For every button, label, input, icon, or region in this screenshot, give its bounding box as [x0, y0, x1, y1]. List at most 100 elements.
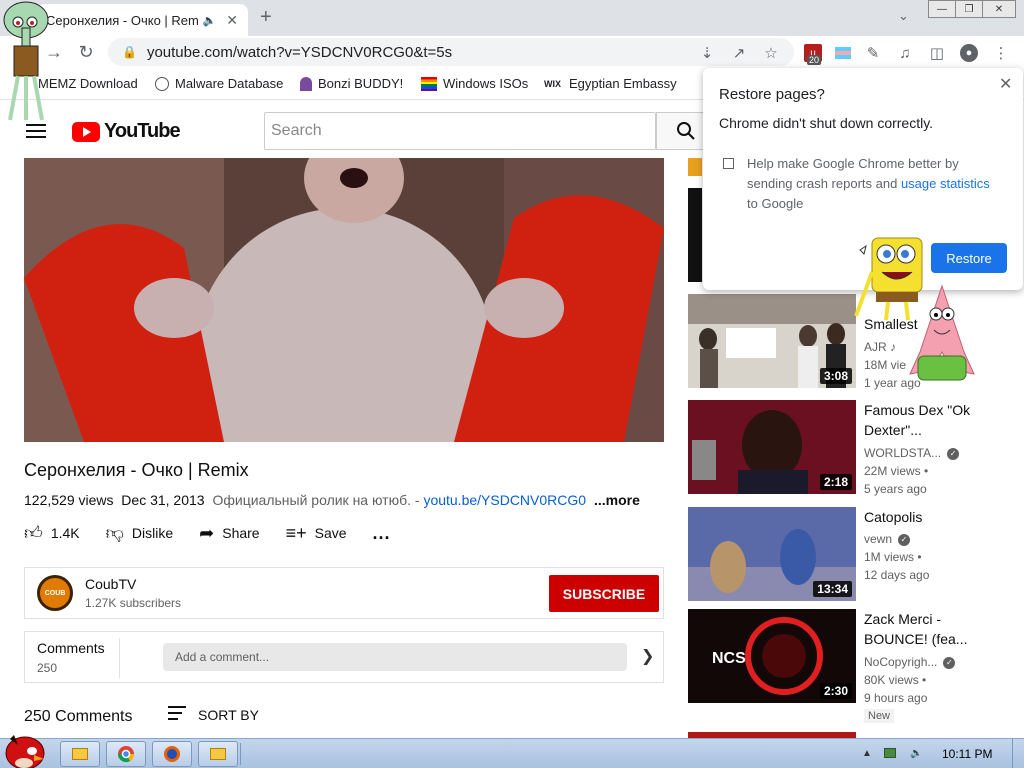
youtube-logo[interactable]: YouTube [72, 120, 181, 143]
chevron-right-icon[interactable]: ❯ [641, 646, 654, 666]
video-title: Famous Dex "Ok Dexter"... [864, 402, 971, 438]
channel-box: COUB CoubTV 1.27K subscribers SUBSCRIBE [24, 567, 664, 619]
side-panel-icon[interactable]: ◫ [928, 44, 946, 62]
video-thumbnail[interactable]: 3:08 [688, 294, 856, 388]
search-input[interactable]: Search [264, 112, 656, 150]
explorer-taskbar-button[interactable] [60, 741, 100, 767]
rainbow-flag-icon [421, 76, 437, 91]
show-hidden-icons-arrow[interactable]: ▲ [862, 748, 872, 759]
comment-placeholder: Add a comment... [175, 650, 270, 664]
description-snippet: Официальный ролик на ютюб. - [212, 492, 424, 508]
add-comment-input[interactable]: Add a comment... [163, 643, 627, 671]
share-button[interactable]: ➦ Share [199, 523, 259, 544]
install-app-icon[interactable]: ⇣ [698, 44, 716, 62]
speaker-icon[interactable]: 🔈 [203, 14, 217, 27]
dislike-button[interactable]: 👎︎ Dislike [106, 522, 174, 544]
usage-statistics-link[interactable]: usage statistics [901, 176, 990, 191]
view-count: 22M views • [864, 464, 929, 478]
thumbs-down-icon: 👎︎ [105, 523, 124, 543]
reload-icon[interactable]: ↻ [74, 40, 98, 64]
like-count: 1.4K [50, 525, 80, 541]
subscribe-button[interactable]: SUBSCRIBE [549, 575, 659, 612]
channel-name: AJR ♪ [864, 340, 897, 354]
avatar-text: COUB [44, 589, 66, 597]
video-duration: 2:18 [819, 474, 852, 490]
globe-icon [155, 76, 169, 91]
more-dots-icon: ... [372, 522, 391, 543]
search-placeholder: Search [271, 122, 322, 139]
channel-name[interactable]: CoubTV [85, 576, 136, 592]
close-window-button[interactable]: ✕ [982, 0, 1016, 18]
bookmark-malware-database[interactable]: Malware Database [155, 76, 283, 91]
video-duration: 3:08 [819, 368, 852, 384]
bookmark-memz[interactable]: MEMZ Download [38, 76, 138, 91]
flag-extension-icon[interactable] [834, 44, 852, 62]
more-actions-button[interactable]: ... [373, 523, 391, 544]
tab-title: Серонхелия - Очко | Remix [46, 12, 199, 28]
video-player[interactable] [24, 158, 664, 442]
wix-icon: WIX [544, 78, 561, 89]
bookmark-egyptian-embassy[interactable]: WIX Egyptian Embassy [544, 76, 677, 91]
show-desktop-button[interactable] [1012, 739, 1024, 768]
share-page-icon[interactable]: ↗ [730, 44, 748, 62]
video-thumbnail[interactable]: NCS 2:30 [688, 609, 856, 703]
bookmark-bonzi-buddy[interactable]: Bonzi BUDDY! [300, 76, 403, 91]
patrick-overlay [909, 284, 975, 381]
address-bar[interactable]: 🔒 youtube.com/watch?v=YSDCNV0RCG0&t=5s [108, 38, 794, 66]
partial-thumbnail [688, 158, 702, 176]
recommendation-item[interactable]: 13:34 Catopolis vewn ✓ 1M views • 12 days… [688, 507, 1008, 607]
maximize-button[interactable]: ❐ [955, 0, 983, 18]
like-button[interactable]: 👍︎ 1.4K [24, 522, 80, 544]
bookmark-label: Bonzi BUDDY! [318, 76, 404, 91]
sort-by-button[interactable]: SORT BY [168, 706, 259, 724]
channel-avatar[interactable]: COUB [37, 575, 73, 611]
close-tab-icon[interactable]: ✕ [226, 12, 238, 29]
video-thumbnail[interactable]: 13:34 [688, 507, 856, 601]
new-tab-button[interactable]: + [260, 6, 272, 29]
comments-title: Comments [37, 640, 105, 656]
channel-name: NoCopyrigh... ✓ [864, 655, 956, 669]
chrome-taskbar-button[interactable] [106, 741, 146, 767]
lock-icon[interactable]: 🔒 [122, 45, 137, 59]
crash-report-label: Help make Google Chrome better by sendin… [747, 156, 990, 211]
youtube-wordmark: YouTube [104, 120, 181, 142]
minimize-button[interactable]: — [928, 0, 956, 18]
music-note-icon: ♪ [890, 340, 897, 354]
verified-icon: ✓ [898, 533, 911, 546]
save-button[interactable]: ≡+ Save [286, 523, 347, 544]
recommendation-item[interactable]: 2:18 Famous Dex "Ok Dexter"... WORLDSTA.… [688, 400, 1008, 500]
chrome-icon [117, 746, 135, 763]
description-link[interactable]: youtu.be/YSDCNV0RCG0 [423, 492, 586, 508]
start-button-angry-bird-icon[interactable] [4, 729, 46, 768]
bookmark-star-icon[interactable]: ☆ [762, 44, 780, 62]
video-thumbnail[interactable]: 2:18 [688, 400, 856, 494]
verified-icon: ✓ [947, 447, 960, 460]
crash-report-checkbox[interactable] [723, 158, 734, 169]
browser-tab[interactable]: Серонхелия - Очко | Remix 🔈 ✕ [36, 4, 248, 36]
bookmark-label: Egyptian Embassy [569, 76, 677, 91]
volume-icon[interactable]: 🔈 [910, 748, 922, 759]
tab-search-icon[interactable]: ⌄ [898, 8, 909, 24]
restore-button[interactable]: Restore [931, 243, 1007, 273]
chrome-menu-icon[interactable]: ⋮ [992, 44, 1010, 62]
share-label: Share [222, 525, 260, 541]
subscriber-count: 1.27K subscribers [85, 596, 182, 610]
profile-avatar-icon[interactable]: ● [960, 44, 978, 62]
dialog-title: Restore pages? [719, 86, 825, 103]
recommendation-item[interactable]: NCS 2:30 Zack Merci - BOUNCE! (fea... No… [688, 609, 1008, 729]
upload-date: Dec 31, 2013 [121, 492, 205, 508]
bookmark-windows-isos[interactable]: Windows ISOs [421, 76, 528, 91]
comments-preview[interactable]: Comments 250 Add a comment... ❯ [24, 631, 664, 683]
extensions-puzzle-icon[interactable]: ✎ [864, 44, 882, 62]
close-icon[interactable]: ✕ [999, 74, 1012, 94]
media-control-icon[interactable]: ♫ [896, 44, 914, 62]
view-count: 1M views • [864, 550, 922, 564]
taskbar-clock[interactable]: 10:11 PM [942, 747, 992, 761]
firefox-taskbar-button[interactable] [152, 741, 192, 767]
tab-strip: Серонхелия - Очко | Remix 🔈 ✕ + ⌄ — ❐ ✕ [0, 0, 1024, 36]
network-icon[interactable] [884, 748, 896, 761]
bonzi-icon [300, 76, 312, 91]
menu-icon[interactable] [26, 124, 46, 142]
more-button[interactable]: ...more [594, 492, 640, 508]
folder-taskbar-button[interactable] [198, 741, 238, 767]
